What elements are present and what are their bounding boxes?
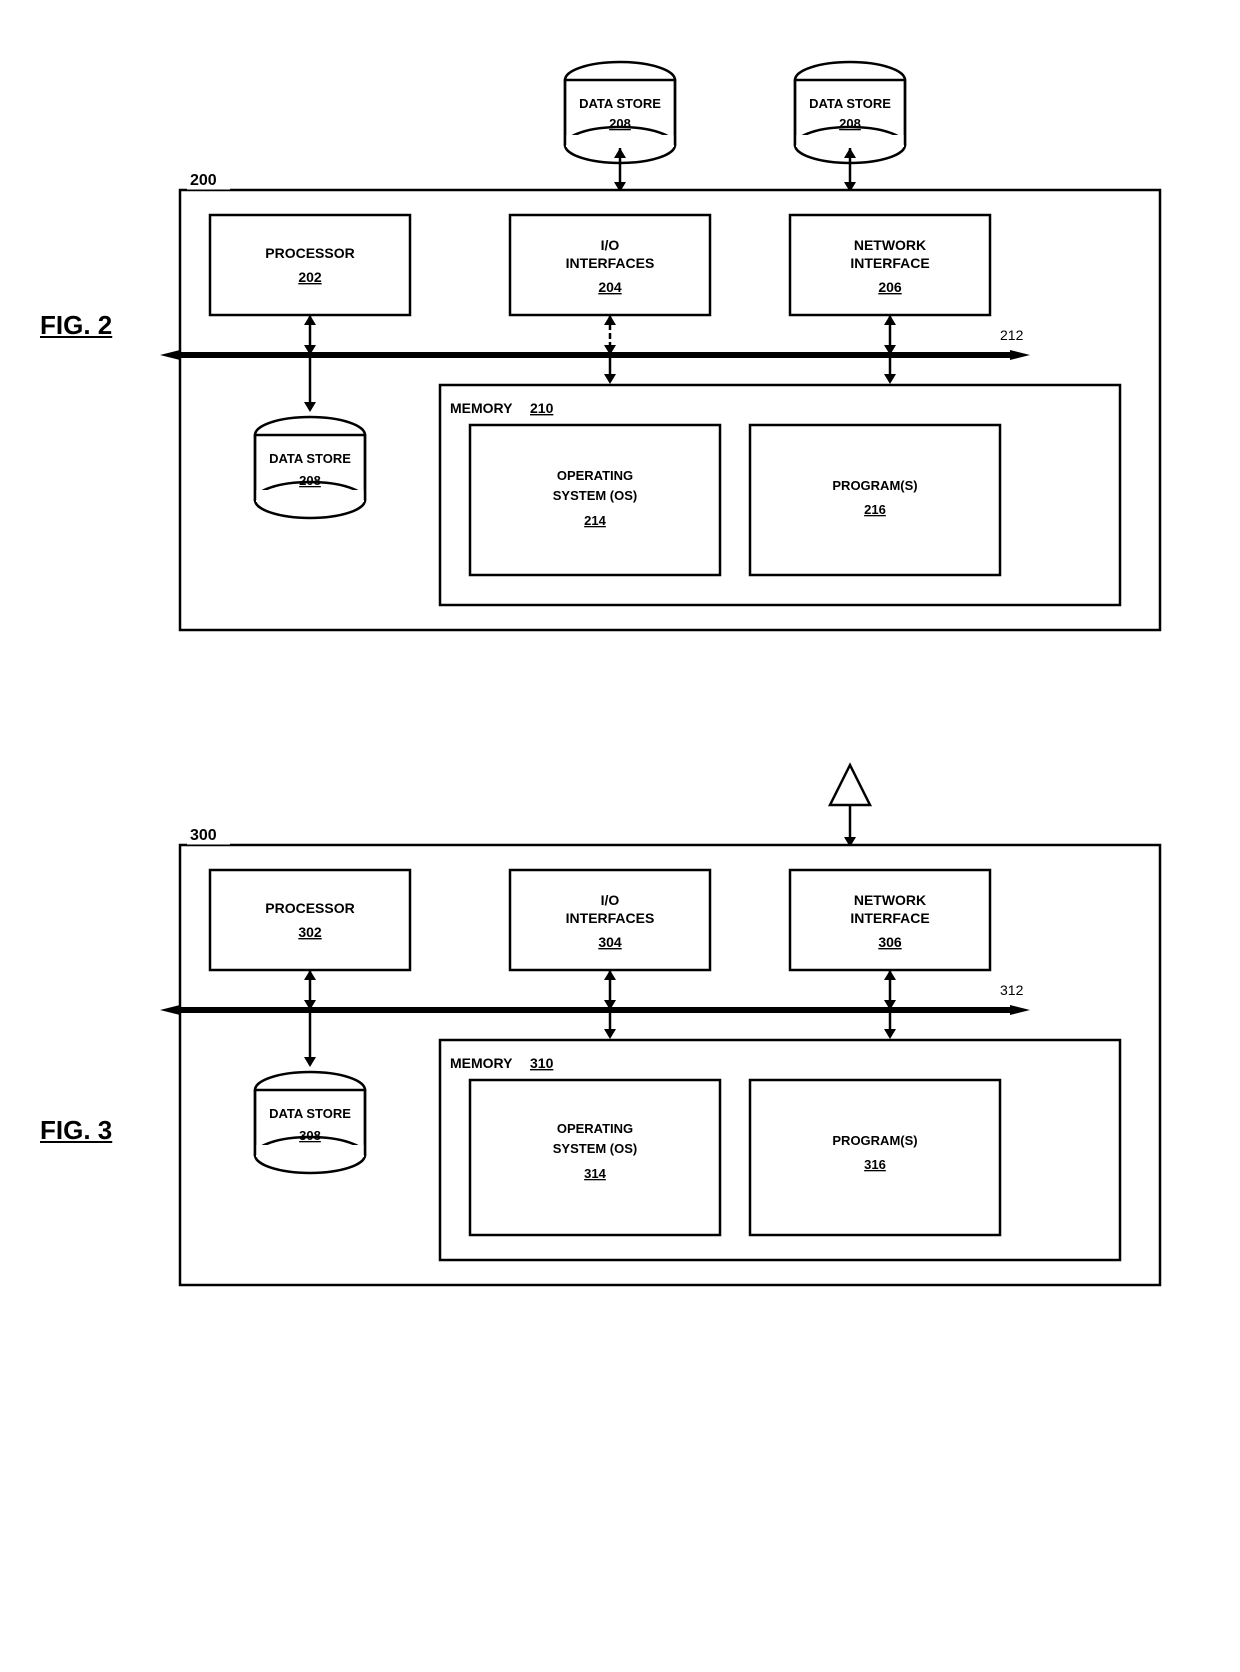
svg-text:302: 302 [298,924,322,940]
svg-text:212: 212 [1000,327,1024,343]
svg-text:NETWORK: NETWORK [854,892,926,908]
svg-text:206: 206 [878,279,902,295]
svg-text:208: 208 [299,473,321,488]
fig3-section: FIG. 3 300 PROCESSOR 302 I/O INTERFACES … [20,745,1220,1420]
svg-text:MEMORY: MEMORY [450,1055,513,1071]
svg-text:208: 208 [839,116,861,131]
svg-text:314: 314 [584,1166,606,1181]
svg-text:MEMORY: MEMORY [450,400,513,416]
svg-text:202: 202 [298,269,322,285]
svg-text:INTERFACE: INTERFACE [850,255,929,271]
svg-text:216: 216 [864,502,886,517]
svg-text:308: 308 [299,1128,321,1143]
svg-text:312: 312 [1000,982,1024,998]
svg-text:PROGRAM(S): PROGRAM(S) [832,1133,917,1148]
svg-text:PROGRAM(S): PROGRAM(S) [832,478,917,493]
svg-text:INTERFACES: INTERFACES [566,255,655,271]
svg-text:I/O: I/O [601,237,620,253]
svg-text:INTERFACES: INTERFACES [566,910,655,926]
svg-text:208: 208 [609,116,631,131]
fig2-diagram: DATA STORE 208 DATA STORE 208 200 [130,40,1230,700]
svg-text:SYSTEM (OS): SYSTEM (OS) [553,1141,638,1156]
svg-text:304: 304 [598,934,622,950]
svg-text:DATA STORE: DATA STORE [269,451,351,466]
svg-text:316: 316 [864,1157,886,1172]
svg-text:200: 200 [190,172,217,189]
svg-text:306: 306 [878,934,902,950]
svg-text:NETWORK: NETWORK [854,237,926,253]
svg-text:310: 310 [530,1055,554,1071]
svg-text:OPERATING: OPERATING [557,468,633,483]
fig2-label: FIG. 2 [40,310,112,341]
svg-text:OPERATING: OPERATING [557,1121,633,1136]
svg-text:I/O: I/O [601,892,620,908]
svg-text:PROCESSOR: PROCESSOR [265,245,354,261]
svg-text:SYSTEM (OS): SYSTEM (OS) [553,488,638,503]
fig3-diagram: 300 PROCESSOR 302 I/O INTERFACES 304 NET… [130,755,1230,1415]
svg-text:210: 210 [530,400,554,416]
page: FIG. 2 DATA STORE 208 DATA STORE 208 [0,0,1240,1672]
svg-text:300: 300 [190,827,217,844]
svg-text:DATA STORE: DATA STORE [269,1106,351,1121]
svg-text:INTERFACE: INTERFACE [850,910,929,926]
svg-text:204: 204 [598,279,622,295]
svg-text:PROCESSOR: PROCESSOR [265,900,354,916]
fig2-section: FIG. 2 DATA STORE 208 DATA STORE 208 [20,30,1220,705]
fig3-label: FIG. 3 [40,1115,112,1146]
svg-text:214: 214 [584,513,606,528]
svg-text:DATA STORE: DATA STORE [809,96,891,111]
svg-text:DATA STORE: DATA STORE [579,96,661,111]
